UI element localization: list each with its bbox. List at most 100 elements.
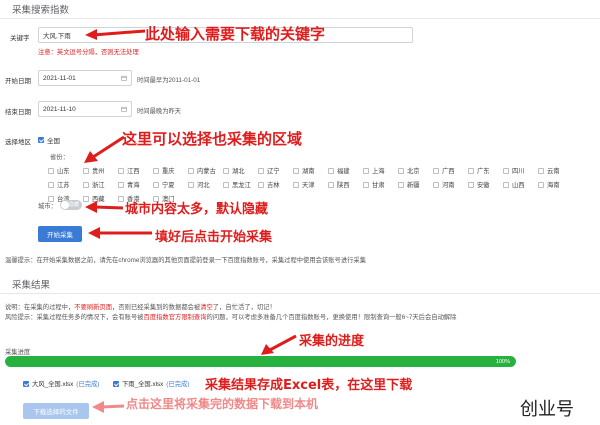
province-name: 贵州 [92, 168, 105, 175]
file-status: (已完成) [166, 381, 190, 388]
arrow-icon [84, 135, 125, 163]
province-name: 云南 [547, 168, 560, 175]
annotation-download: 点击这里将采集完的数据下载到本机 [126, 397, 319, 411]
end-date-hint: 时间最晚为昨天 [137, 108, 182, 115]
file-status: (已完成) [76, 381, 100, 388]
province-checkbox[interactable]: 内蒙古 [188, 166, 223, 175]
start-collect-button[interactable]: 开始采集 [38, 226, 82, 242]
province-checkbox[interactable]: 四川 [503, 166, 538, 175]
province-checkbox[interactable]: 北京 [398, 166, 433, 175]
province-checkbox[interactable]: 湖南 [293, 166, 328, 175]
province-name: 新疆 [407, 182, 420, 189]
province-name: 宁夏 [162, 182, 175, 189]
checkbox-icon [223, 181, 229, 188]
explain-text: 说明：在采集的过程中，不要刷新页面，否则已经采集到的数据都会被清空了，自忙活了，… [5, 302, 565, 311]
province-checkbox[interactable]: 陕西 [328, 180, 363, 189]
arrow-icon [85, 29, 146, 40]
province-name: 内蒙古 [197, 168, 216, 175]
section-title-results: 采集结果 [12, 280, 51, 291]
annotation-city: 城市内容太多，默认隐藏 [125, 202, 269, 217]
province-checkbox[interactable]: 浙江 [83, 180, 118, 189]
checkbox-icon [503, 181, 509, 188]
explain-highlight-clear: 清空 [200, 304, 213, 311]
checkbox-icon [258, 167, 264, 174]
province-checkbox[interactable]: 山东 [48, 166, 83, 175]
province-name: 北京 [407, 168, 420, 175]
province-name: 福建 [337, 168, 350, 175]
province-checkbox[interactable]: 上海 [363, 166, 398, 175]
province-checkbox[interactable]: 黑龙江 [223, 180, 258, 189]
province-checkbox[interactable]: 吉林 [258, 180, 293, 189]
checkbox-icon [83, 181, 89, 188]
checkbox-icon [433, 181, 439, 188]
checkbox-icon [398, 181, 404, 188]
region-all-checkbox[interactable]: 全国 [38, 135, 60, 145]
province-checkbox[interactable]: 安徽 [468, 180, 503, 189]
arrow-icon [261, 334, 297, 355]
checkbox-icon [38, 137, 44, 143]
explain-highlight-no-refresh: 不要刷新页面 [74, 304, 113, 311]
province-name: 海南 [547, 182, 560, 189]
province-checkbox[interactable]: 海南 [538, 180, 573, 189]
checkbox-icon [538, 181, 544, 188]
checkbox-icon [113, 380, 119, 387]
checkbox-icon [433, 167, 439, 174]
checkbox-icon [538, 167, 544, 174]
province-checkbox[interactable]: 天津 [293, 180, 328, 189]
province-checkbox[interactable]: 广东 [468, 166, 503, 175]
arrow-icon [85, 201, 124, 213]
province-checkbox[interactable]: 广西 [433, 166, 468, 175]
province-checkbox[interactable]: 重庆 [153, 166, 188, 175]
file-item-2[interactable]: 下雨_全国.xlsx (已完成) [113, 379, 189, 388]
keyword-label: 关键字 [10, 35, 30, 42]
province-checkbox[interactable]: 江苏 [48, 180, 83, 189]
province-checkbox[interactable]: 云南 [538, 166, 573, 175]
province-name: 浙江 [92, 182, 105, 189]
province-name: 湖南 [302, 168, 315, 175]
province-checkbox[interactable]: 湖北 [223, 166, 258, 175]
file-item-1[interactable]: 大风_全国.xlsx (已完成) [23, 379, 99, 388]
calendar-icon [121, 75, 127, 81]
province-checkbox[interactable]: 江西 [118, 166, 153, 175]
province-checkbox[interactable]: 山西 [503, 180, 538, 189]
province-checkbox[interactable]: 河南 [433, 180, 468, 189]
risk-suffix: 的问题，可以考虑多准备几个百度指数账号，更换使用！限制查询一般6~7天后会自动解… [206, 314, 457, 321]
province-checkbox[interactable]: 河北 [188, 180, 223, 189]
province-checkbox[interactable]: 青海 [118, 180, 153, 189]
download-selected-button[interactable]: 下载选择的文件 [23, 403, 89, 419]
risk-text: 风险提示：采集过程任务多的情况下，会有账号被百度指数官方限制查询的问题，可以考虑… [5, 313, 525, 322]
checkbox-icon [223, 167, 229, 174]
login-tip: 温馨提示：在开始采集数据之前，请先在chrome浏览器的其他页面提前登录一下百度… [5, 257, 367, 264]
province-name: 河南 [442, 182, 455, 189]
end-date-input[interactable]: 2021-11-10 [38, 101, 132, 117]
province-checkbox[interactable]: 新疆 [398, 180, 433, 189]
city-toggle-text: 隐藏 [68, 202, 79, 208]
checkbox-icon [83, 167, 89, 174]
province-checkbox[interactable]: 辽宁 [258, 166, 293, 175]
province-checkbox[interactable]: 甘肃 [363, 180, 398, 189]
explain-prefix: 说明：在采集的过程中， [5, 304, 75, 311]
annotation-keyword: 此处输入需要下载的关键字 [145, 25, 326, 43]
checkbox-icon [363, 167, 369, 174]
checkbox-icon [48, 181, 54, 188]
progress-percent: 100% [495, 358, 510, 365]
risk-prefix: 风险提示：采集过程任务多的情况下，会有账号被 [5, 314, 144, 321]
province-checkbox[interactable]: 福建 [328, 166, 363, 175]
checkbox-icon [363, 181, 369, 188]
province-checkbox[interactable]: 贵州 [83, 166, 118, 175]
checkbox-icon [188, 167, 194, 174]
keyword-input-value: 大风,下雨 [43, 33, 71, 40]
risk-highlight: 百度指数官方限制查询 [143, 314, 207, 321]
file-name: 大风_全国.xlsx [32, 381, 74, 388]
section-divider-2 [0, 293, 600, 294]
start-date-input[interactable]: 2021-11-01 [38, 70, 132, 86]
province-name: 上海 [372, 168, 385, 175]
annotation-start: 填好后点击开始采集 [155, 230, 273, 245]
start-date-value: 2021-11-01 [43, 74, 76, 82]
toggle-knob [61, 201, 69, 209]
checkbox-icon [23, 380, 29, 387]
province-checkbox[interactable]: 宁夏 [153, 180, 188, 189]
city-toggle[interactable]: 隐藏 [60, 200, 82, 210]
province-name: 青海 [127, 182, 140, 189]
checkbox-icon [153, 181, 159, 188]
